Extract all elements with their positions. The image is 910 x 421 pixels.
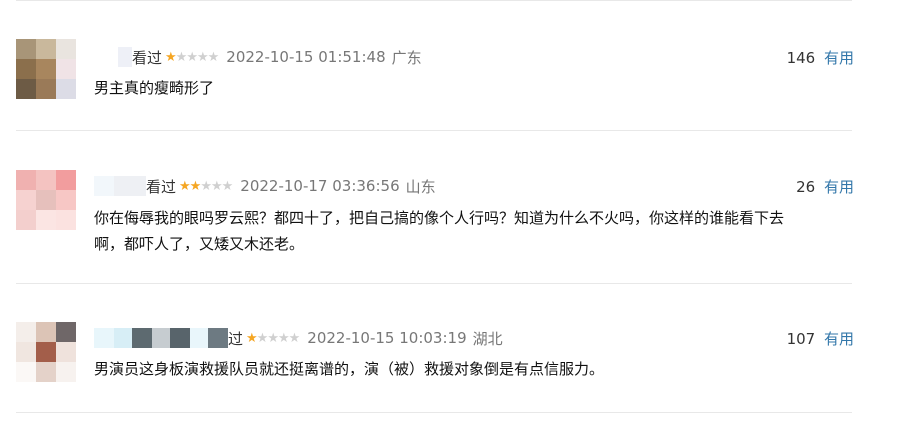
comment-location: 山东 [405, 177, 436, 196]
watch-status: 看过 [146, 177, 177, 196]
username-redacted[interactable] [94, 328, 228, 348]
avatar[interactable] [16, 39, 76, 99]
comment-text: 男主真的瘦畸形了 [94, 79, 215, 97]
comment-time: 2022-10-15 10:03:19 [307, 329, 467, 347]
comment-text: 你在侮辱我的眼吗罗云熙？都四十了，把自己搞的像个人行吗？知道为什么不火吗，你这样… [94, 205, 854, 257]
comment-location: 广东 [391, 48, 422, 67]
watch-status: 过 [228, 329, 244, 348]
vote-area: 146 有用 [787, 47, 854, 68]
username-redacted[interactable] [94, 176, 146, 196]
comment-text: 男演员这身板演救援队员就还挺离谱的，演（被）救援对象倒是有点信服力。 [94, 360, 605, 378]
vote-count: 146 [786, 49, 816, 67]
comment-item: 看过 ★★★★★ 2022-10-15 01:51:48 广东 146 有用 男… [16, 37, 854, 117]
watch-status: 看过 [132, 48, 163, 67]
vote-count: 26 [796, 178, 816, 196]
vote-area: 107 有用 [787, 328, 854, 349]
divider [16, 130, 852, 131]
avatar[interactable] [16, 322, 76, 382]
comment-time: 2022-10-17 03:36:56 [240, 177, 400, 195]
useful-link[interactable]: 有用 [824, 178, 854, 196]
top-divider [16, 0, 852, 1]
comment-item: 看过 ★★★★★ 2022-10-17 03:36:56 山东 26 有用 你在… [16, 168, 854, 268]
comment-location: 湖北 [472, 329, 503, 348]
comment-text-line: 啊，都吓人了，又矮又木还老。 [94, 235, 305, 253]
comment-header: 看过 ★★★★★ 2022-10-15 01:51:48 广东 [94, 46, 422, 68]
useful-link[interactable]: 有用 [824, 49, 854, 67]
star-rating: ★★★★★ [165, 49, 219, 65]
useful-link[interactable]: 有用 [824, 330, 854, 348]
star-rating: ★★★★★ [246, 330, 300, 346]
star-rating: ★★★★★ [179, 178, 233, 194]
vote-count: 107 [786, 330, 816, 348]
comment-time: 2022-10-15 01:51:48 [226, 48, 386, 66]
bottom-divider [16, 412, 852, 413]
comment-header: 看过 ★★★★★ 2022-10-17 03:36:56 山东 [94, 175, 436, 197]
comment-item: 过 ★★★★★ 2022-10-15 10:03:19 湖北 107 有用 男演… [16, 320, 854, 400]
avatar[interactable] [16, 170, 76, 230]
divider [16, 283, 852, 284]
comment-header: 过 ★★★★★ 2022-10-15 10:03:19 湖北 [94, 327, 503, 349]
username-redacted[interactable] [94, 47, 132, 67]
vote-area: 26 有用 [796, 176, 854, 197]
comment-text-line: 你在侮辱我的眼吗罗云熙？都四十了，把自己搞的像个人行吗？知道为什么不火吗，你这样… [94, 209, 785, 227]
